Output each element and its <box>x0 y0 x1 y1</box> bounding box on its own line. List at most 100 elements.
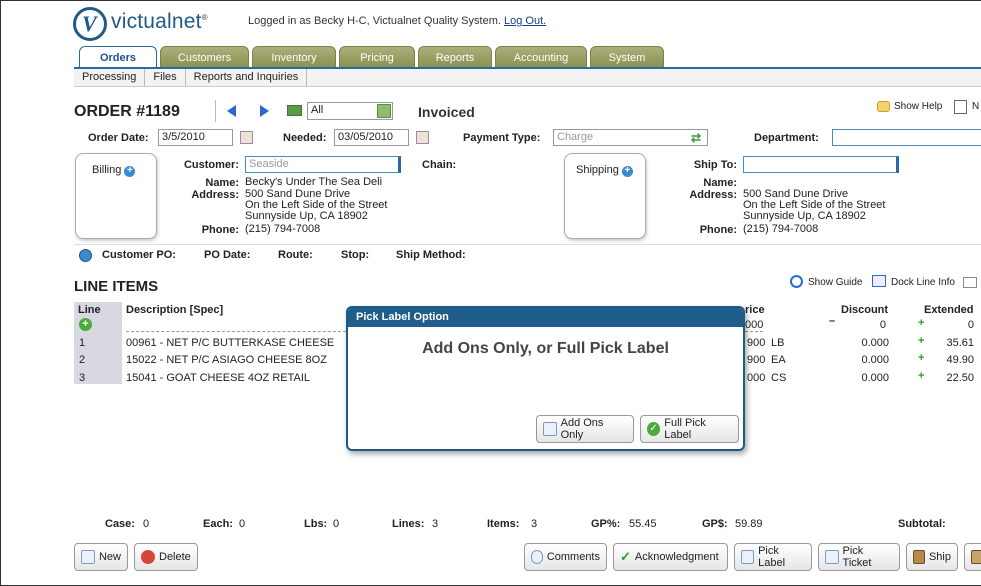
tab-reports[interactable]: Reports <box>418 46 492 68</box>
dock-line-info-link[interactable]: Dock Line Info <box>891 277 955 288</box>
dock-icon[interactable] <box>872 275 886 287</box>
logout-link[interactable]: Log Out. <box>504 15 546 27</box>
new-document-icon[interactable] <box>954 100 967 114</box>
billing-title: Billing <box>92 164 122 176</box>
login-text: Logged in as Becky H-C, Victualnet Quali… <box>248 15 501 27</box>
case-label: Case: <box>105 518 135 530</box>
more-button[interactable] <box>964 543 981 571</box>
lbs-value: 0 <box>333 518 340 530</box>
subnav-files[interactable]: Files <box>145 69 186 86</box>
ship-method-label: Ship Method: <box>396 249 466 261</box>
new-document-icon <box>81 550 95 564</box>
comments-button[interactable]: Comments <box>524 543 607 571</box>
document-icon <box>543 422 557 436</box>
add-shipping-icon[interactable]: + <box>621 166 633 177</box>
clock-icon[interactable] <box>790 275 803 288</box>
document-icon <box>825 550 839 564</box>
add-line-icon[interactable]: + <box>79 318 92 331</box>
subnav-processing[interactable]: Processing <box>74 69 146 86</box>
full-pick-label-button[interactable]: ✓ Full Pick Label <box>640 415 739 443</box>
needed-date-input[interactable]: 03/05/2010 <box>334 129 409 146</box>
billing-name-label: Name: <box>205 177 239 189</box>
row2-unit: EA <box>771 354 786 366</box>
plus-icon[interactable]: + <box>918 352 924 364</box>
row3-price[interactable]: 000 <box>747 372 765 384</box>
app-window: V victualnet® Logged in as Becky H-C, Vi… <box>0 0 981 586</box>
billing-phone-label: Phone: <box>201 224 239 236</box>
sub-navigation: Processing Files Reports and Inquiries <box>74 69 981 87</box>
ship-button[interactable]: Ship <box>906 543 958 571</box>
folder-icon[interactable] <box>287 105 302 116</box>
show-help-link[interactable]: Show Help <box>894 101 942 112</box>
order-filter-select[interactable]: All <box>307 102 393 120</box>
expand-arrow-icon[interactable] <box>79 249 92 262</box>
new-line-price[interactable]: 000 <box>745 319 764 332</box>
order-title: ORDER #1189 <box>74 103 180 120</box>
new-button-label: New <box>98 551 121 563</box>
calendar-icon[interactable] <box>416 131 429 144</box>
row2-price[interactable]: 900 <box>747 354 765 366</box>
show-guide-link[interactable]: Show Guide <box>808 277 862 288</box>
shipping-name-label: Name: <box>703 177 737 189</box>
help-icon[interactable] <box>877 101 890 112</box>
delete-button[interactable]: Delete <box>134 543 198 571</box>
prev-order-icon[interactable] <box>227 105 236 117</box>
po-date-label: PO Date: <box>204 249 251 261</box>
new-button[interactable]: New <box>74 543 128 571</box>
tab-pricing[interactable]: Pricing <box>339 46 415 68</box>
swap-arrows-icon[interactable]: ⇄ <box>691 131 701 145</box>
row2-desc[interactable]: 15022 - NET P/C ASIAGO CHEESE 8OZ <box>126 354 327 366</box>
tab-orders[interactable]: Orders <box>79 46 157 69</box>
col-extended-header: Extended <box>924 304 974 316</box>
new-line-extended: 0 <box>967 319 974 331</box>
row3-desc[interactable]: 15041 - GOAT CHEESE 4OZ RETAIL <box>126 372 310 384</box>
ship-to-input[interactable] <box>743 156 899 173</box>
logo-text: victualnet <box>111 10 202 33</box>
gp-dollar-label: GP$: <box>702 518 728 530</box>
row1-desc[interactable]: 00961 - NET P/C BUTTERKASE CHEESE <box>126 337 334 349</box>
chevron-down-icon[interactable] <box>377 104 391 118</box>
customer-po-label: Customer PO: <box>102 249 176 261</box>
payment-type-input[interactable]: Charge <box>553 129 708 146</box>
tab-inventory[interactable]: Inventory <box>252 46 336 68</box>
add-ons-only-button[interactable]: Add Ons Only <box>536 415 634 443</box>
calendar-icon[interactable] <box>240 131 253 144</box>
add-billing-icon[interactable]: + <box>124 166 136 177</box>
billing-card[interactable]: Billing + <box>75 153 157 239</box>
plus-icon[interactable]: + <box>918 335 924 347</box>
row2-extended: 49.90 <box>946 354 974 366</box>
comments-button-label: Comments <box>546 551 600 563</box>
plus-icon[interactable]: + <box>918 370 924 382</box>
acknowledgment-button[interactable]: ✓ Acknowledgment <box>613 543 728 571</box>
order-date-input[interactable]: 3/5/2010 <box>158 129 233 146</box>
column-icon[interactable] <box>963 277 977 288</box>
dialog-title: Pick Label Option <box>348 308 743 327</box>
login-status: Logged in as Becky H-C, Victualnet Quali… <box>248 15 546 27</box>
next-order-icon[interactable] <box>260 105 269 117</box>
billing-address-label: Address: <box>191 189 239 201</box>
new-link-fragment[interactable]: N <box>972 101 979 112</box>
subnav-reports-inquiries[interactable]: Reports and Inquiries <box>186 69 308 86</box>
department-input[interactable] <box>832 129 981 146</box>
row1-price[interactable]: 900 <box>747 337 765 349</box>
minus-icon[interactable]: – <box>829 315 835 327</box>
customer-input[interactable]: Seaside <box>245 156 401 173</box>
billing-phone: (215) 794-7008 <box>245 223 321 235</box>
shipping-card[interactable]: Shipping + <box>564 153 646 239</box>
delete-icon <box>141 550 155 564</box>
lines-label: Lines: <box>392 518 425 530</box>
plus-icon[interactable]: + <box>918 317 924 329</box>
row3-extended: 22.50 <box>946 372 974 384</box>
tab-system[interactable]: System <box>590 46 664 68</box>
lbs-label: Lbs: <box>304 518 328 530</box>
payment-type-label: Payment Type: <box>463 132 541 144</box>
pick-label-button[interactable]: Pick Label <box>734 543 812 571</box>
order-date-label: Order Date: <box>88 132 149 144</box>
tab-customers[interactable]: Customers <box>160 46 249 68</box>
shipping-phone: (215) 794-7008 <box>743 223 819 235</box>
department-label: Department: <box>754 132 819 144</box>
pick-ticket-button[interactable]: Pick Ticket <box>818 543 900 571</box>
tab-accounting[interactable]: Accounting <box>495 46 587 68</box>
row2-line: 2 <box>79 354 86 366</box>
new-line-discount: 0 <box>879 319 886 331</box>
